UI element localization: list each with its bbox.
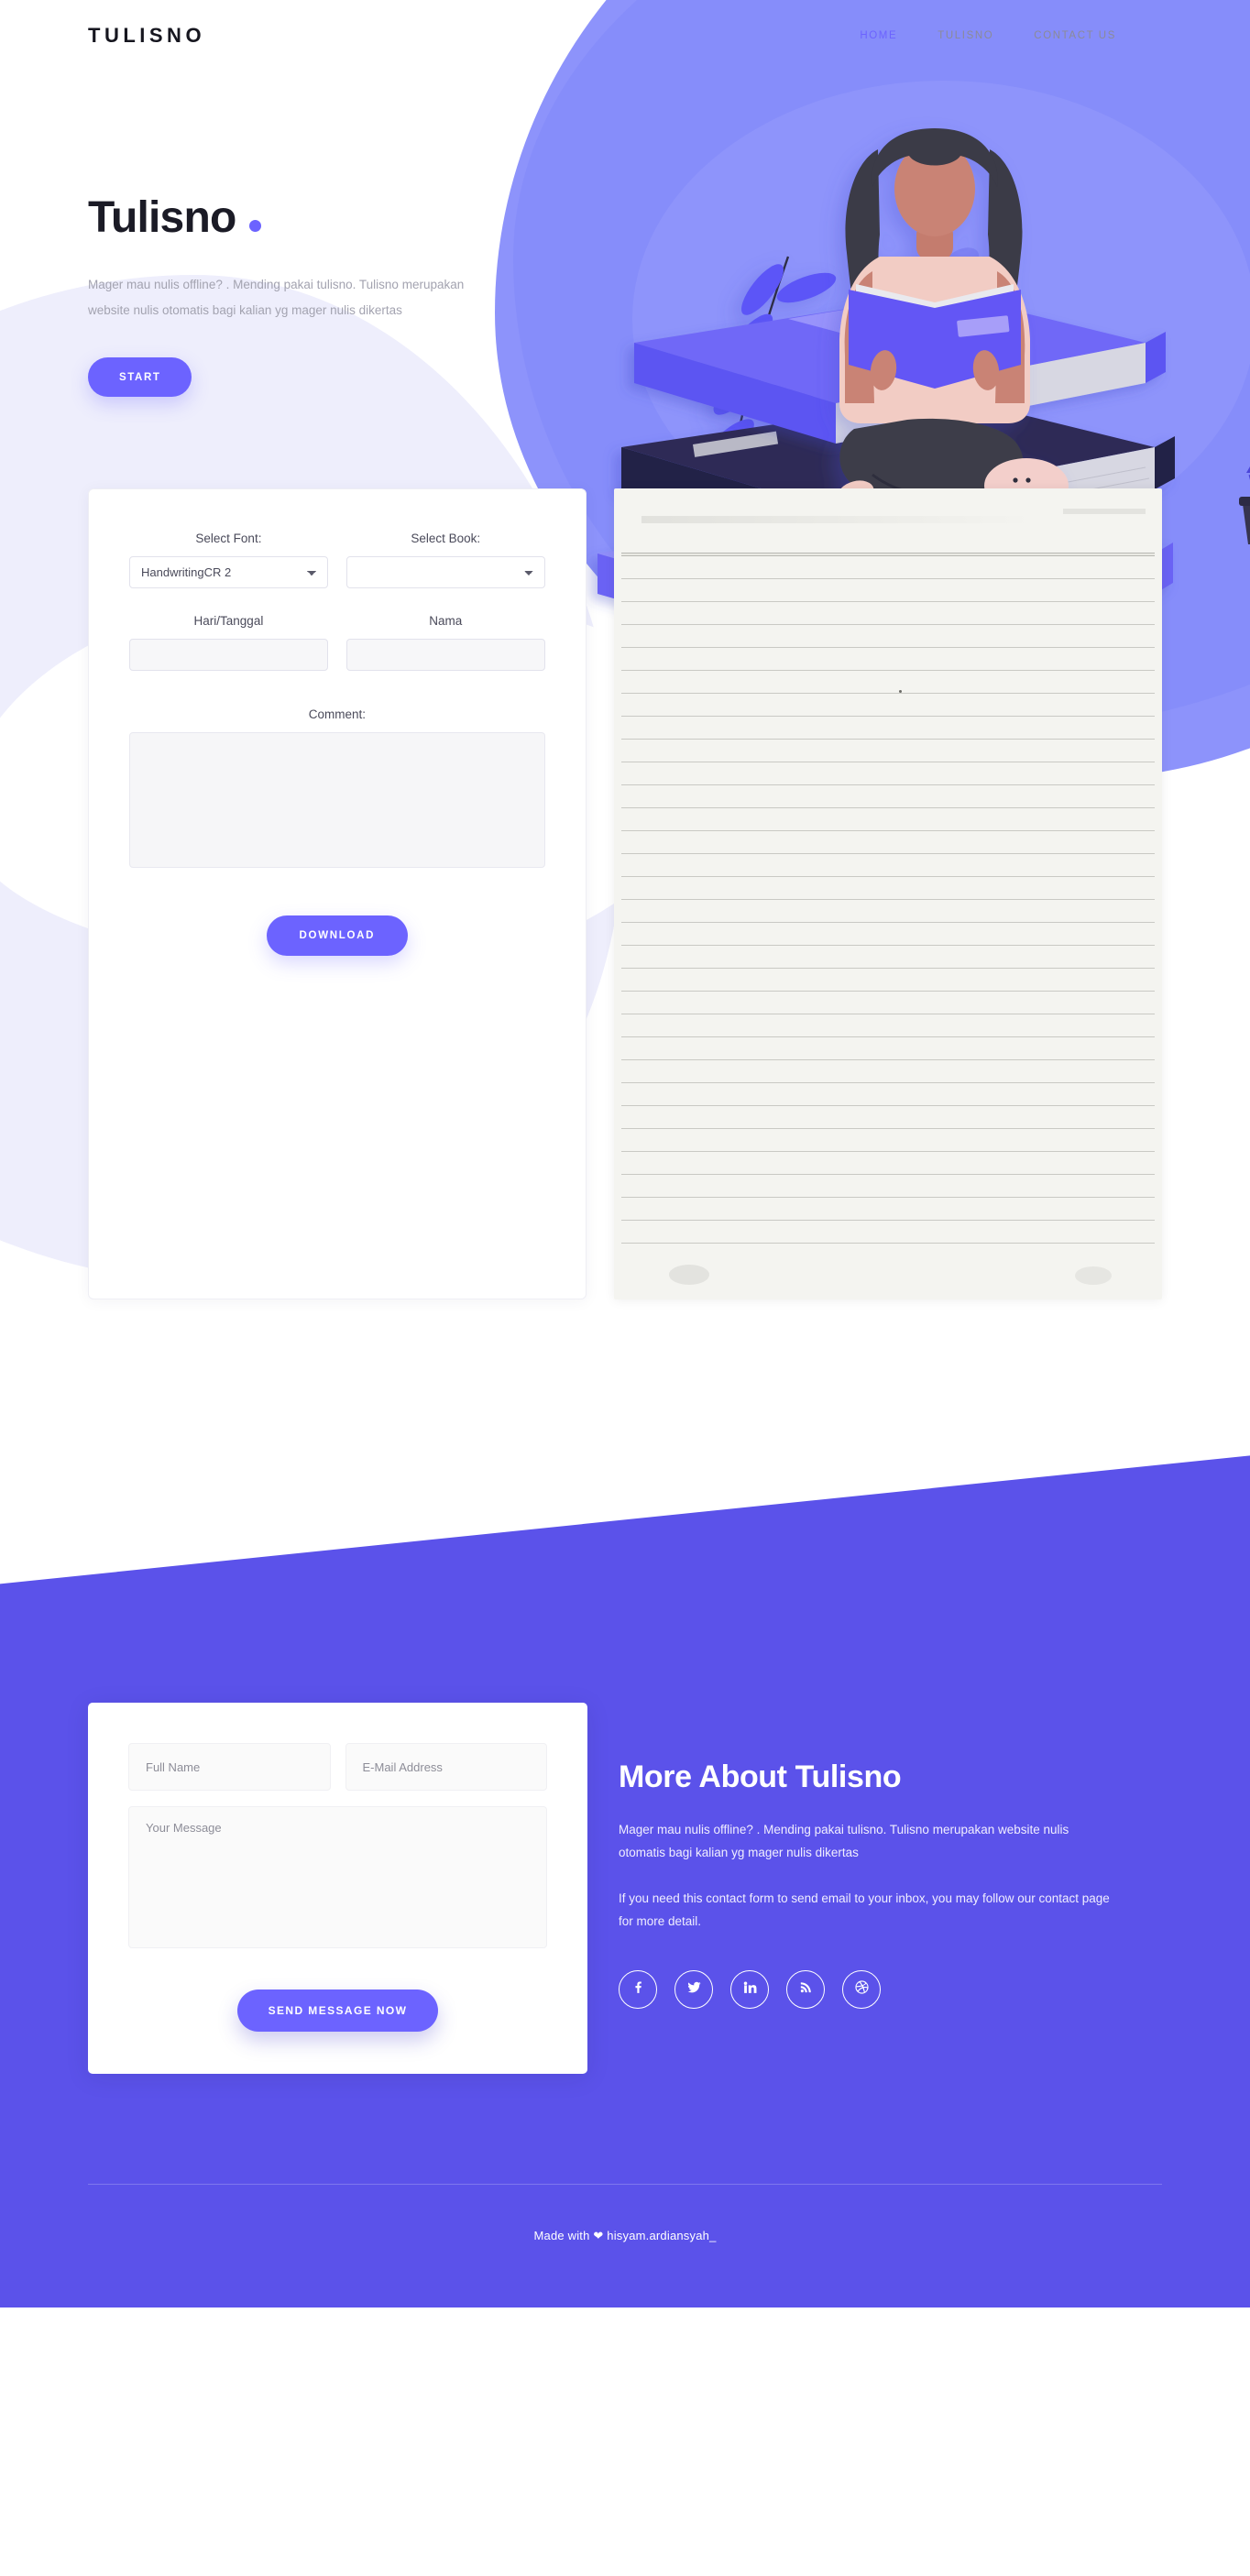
nav-item-contact-us[interactable]: CONTACT US [1034,30,1116,41]
twitter-icon [686,1979,702,2000]
main-navigation: HOME TULISNO CONTACT US [860,30,1162,41]
hari-tanggal-field: Hari/Tanggal [129,614,328,672]
hero-description: Mager mau nulis offline? . Mending pakai… [88,278,465,317]
message-textarea[interactable] [128,1806,547,1949]
brand-logo[interactable]: TULISNO [88,24,205,48]
linkedin-icon [742,1979,758,2000]
select-font-label: Select Font: [195,532,262,546]
comment-textarea[interactable] [129,732,545,869]
site-footer: Made with ❤ hisyam.ardiansyah_ [0,2184,1250,2299]
contact-form-card: SEND MESSAGE NOW [88,1703,587,2075]
hero-section: Tulisno Mager mau nulis offline? . Mendi… [0,81,1250,684]
social-link-twitter[interactable] [674,1969,713,2009]
contact-content: SEND MESSAGE NOW More About Tulisno Mage… [0,1455,1250,2075]
generator-form-card: Select Font: HandwritingCR 2 Select Book… [88,488,587,1300]
footer-prefix: Made with [533,2229,594,2243]
paper-smudge-top-left [641,516,1036,524]
comment-label: Comment: [308,707,366,722]
dribbble-icon [854,1979,870,2000]
hero-accent-dot-icon [248,220,261,232]
comment-field: Comment: [129,707,545,869]
hero-title: Tulisno [88,193,236,242]
about-paragraph-1: Mager mau nulis offline? . Mending pakai… [619,1823,1069,1859]
social-links [619,1969,1113,2009]
social-link-dribbble[interactable] [842,1969,881,2009]
heart-icon: ❤ [593,2229,604,2243]
date-name-row: Hari/Tanggal Nama [129,614,545,672]
about-paragraph-2: If you need this contact form to send em… [619,1891,1110,1929]
social-link-facebook[interactable] [619,1969,657,2009]
about-block: More About Tulisno Mager mau nulis offli… [619,1703,1113,2074]
hari-tanggal-label: Hari/Tanggal [193,614,264,629]
nama-label: Nama [429,614,463,629]
paper-stamp-left [668,1265,709,1286]
nama-field: Nama [345,614,545,672]
select-book-dropdown[interactable] [345,556,545,589]
about-title: More About Tulisno [619,1759,902,1795]
facebook-icon [630,1979,646,2000]
select-font-dropdown[interactable]: HandwritingCR 2 [129,556,328,589]
full-name-input[interactable] [128,1743,331,1792]
paper-smudge-top-right [1063,509,1146,515]
tool-section: Select Font: HandwritingCR 2 Select Book… [0,488,1250,1300]
form-spacer [129,588,545,614]
paper-preview [613,488,1162,1300]
email-input[interactable] [345,1743,547,1792]
font-book-row: Select Font: HandwritingCR 2 Select Book… [129,532,545,589]
start-button[interactable]: START [88,357,192,398]
paper-ruled-lines [620,556,1155,1264]
nav-item-home[interactable]: HOME [860,30,897,41]
site-header: TULISNO HOME TULISNO CONTACT US [0,0,1250,71]
select-font-field: Select Font: HandwritingCR 2 [129,532,328,589]
footer-credit: Made with ❤ hisyam.ardiansyah_ [88,2185,1162,2298]
footer-suffix: hisyam.ardiansyah_ [603,2229,717,2243]
name-email-row [128,1743,547,1792]
hero-title-row: Tulisno [88,192,519,243]
form-spacer-2 [129,671,545,696]
rss-icon [798,1979,814,2000]
download-button[interactable]: DOWNLOAD [266,915,409,957]
social-link-rss[interactable] [786,1969,825,2009]
select-book-label: Select Book: [411,532,481,546]
hero-copy: Tulisno Mager mau nulis offline? . Mendi… [88,145,519,398]
contact-section: SEND MESSAGE NOW More About Tulisno Mage… [0,1455,1250,2308]
send-message-button[interactable]: SEND MESSAGE NOW [236,1990,439,2033]
page-root: TULISNO HOME TULISNO CONTACT US Tulisno … [0,0,1250,2576]
select-book-field: Select Book: [345,532,545,589]
nama-input[interactable] [345,639,545,672]
paper-stamp-right [1075,1266,1112,1286]
social-link-linkedin[interactable] [730,1969,769,2009]
nav-item-tulisno[interactable]: TULISNO [938,30,993,41]
hari-tanggal-input[interactable] [129,639,328,672]
